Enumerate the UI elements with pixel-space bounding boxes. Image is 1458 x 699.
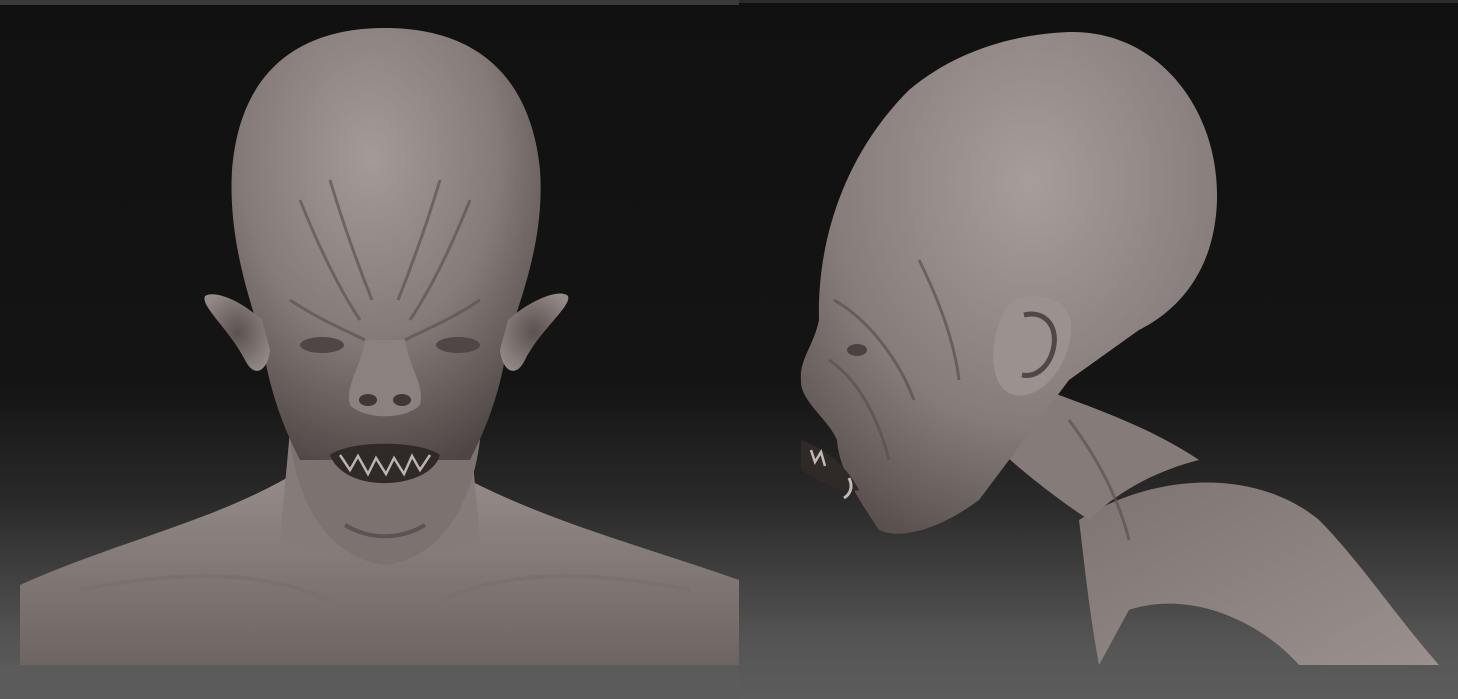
side-viewport[interactable] xyxy=(739,0,1458,699)
front-sculpt xyxy=(20,28,739,665)
side-sculpt xyxy=(800,31,1439,665)
eye xyxy=(847,344,867,356)
front-viewport[interactable] xyxy=(0,0,739,699)
left-eye xyxy=(300,337,344,353)
shoulder xyxy=(1079,482,1439,665)
right-eye xyxy=(436,337,480,353)
